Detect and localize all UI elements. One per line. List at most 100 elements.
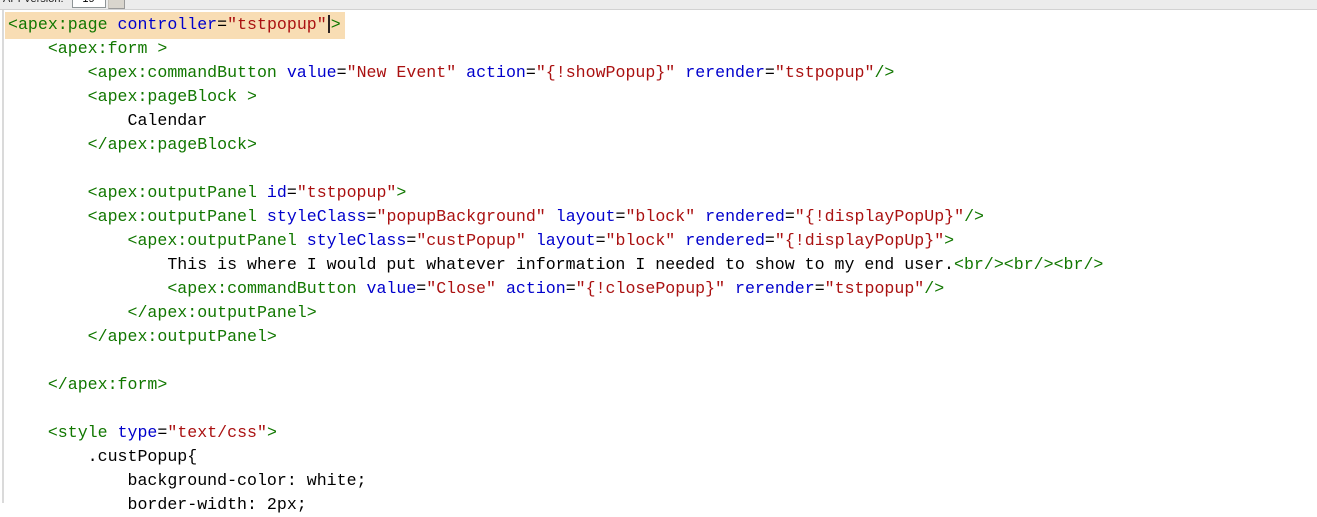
code-token: /> — [874, 63, 895, 82]
code-token: = — [814, 279, 825, 298]
code-token: "tstpopup" — [227, 15, 327, 34]
code-area[interactable]: <apex:page controller="tstpopup" > <apex:… — [5, 10, 1317, 514]
code-token: > — [266, 423, 277, 442]
code-token: border-width: 2px; — [8, 495, 307, 514]
code-token: > — [944, 231, 955, 250]
code-line[interactable]: <apex:page controller="tstpopup" > — [5, 12, 1317, 39]
code-line[interactable]: border-width: 2px; — [8, 493, 1317, 517]
code-token: rendered — [705, 207, 785, 226]
code-token: "block" — [605, 231, 676, 250]
code-token: "{!displayPopUp}" — [774, 231, 945, 250]
code-token: layout — [555, 207, 616, 226]
api-version-label: API Version: — [3, 0, 64, 5]
code-token: = — [615, 207, 626, 226]
code-token: id — [266, 183, 287, 202]
code-token: Calendar — [8, 111, 208, 130]
code-token: styleClass — [266, 207, 367, 226]
code-line[interactable]: .custPopup{ — [8, 445, 1317, 469]
code-token: = — [157, 423, 168, 442]
code-token: controller — [117, 15, 218, 34]
code-token: background-color: white; — [8, 471, 367, 490]
code-token: This is where I would put whatever infor… — [8, 255, 954, 274]
code-token: "text/css" — [167, 423, 267, 442]
code-token: <apex:form > — [47, 39, 168, 58]
code-line[interactable]: background-color: white; — [8, 469, 1317, 493]
api-version-dropdown-button[interactable]: ▾ — [107, 0, 125, 9]
code-line[interactable]: <apex:outputPanel id="tstpopup"> — [8, 181, 1317, 205]
code-token: rerender — [735, 279, 815, 298]
code-token: layout — [535, 231, 596, 250]
code-token: .custPopup{ — [8, 447, 198, 466]
code-token: "tstpopup" — [296, 183, 397, 202]
code-line[interactable]: <apex:pageBlock > — [8, 85, 1317, 109]
code-line[interactable]: <apex:outputPanel styleClass="custPopup"… — [8, 229, 1317, 253]
code-line[interactable]: </apex:outputPanel> — [8, 325, 1317, 349]
code-token: type — [117, 423, 158, 442]
code-token: </apex:outputPanel> — [87, 327, 277, 346]
code-line[interactable]: <apex:outputPanel styleClass="popupBackg… — [8, 205, 1317, 229]
code-token: "custPopup" — [416, 231, 526, 250]
code-token: </apex:pageBlock> — [87, 135, 257, 154]
code-token: <apex:page — [8, 15, 118, 34]
code-line[interactable]: <apex:commandButton value="New Event" ac… — [8, 61, 1317, 85]
code-token: "tstpopup" — [824, 279, 925, 298]
code-token: = — [336, 63, 347, 82]
code-line[interactable]: </apex:form> — [8, 373, 1317, 397]
code-token: <apex:commandButton — [87, 63, 287, 82]
code-token: <apex:outputPanel — [87, 183, 267, 202]
code-line[interactable] — [8, 397, 1317, 421]
code-token: <br/><br/><br/> — [954, 255, 1104, 274]
code-token: action — [505, 279, 566, 298]
code-line[interactable] — [8, 157, 1317, 181]
code-token: = — [764, 63, 775, 82]
code-token: = — [764, 231, 775, 250]
code-token: <apex:pageBlock > — [87, 87, 257, 106]
api-version-controls: API Version: 19 ▾ — [3, 0, 125, 9]
api-version-select[interactable]: 19 — [71, 0, 106, 8]
code-token: </apex:outputPanel> — [127, 303, 317, 322]
text-caret — [327, 14, 330, 33]
code-token: = — [286, 183, 297, 202]
code-token: = — [217, 15, 228, 34]
code-token: = — [366, 207, 377, 226]
code-token: value — [286, 63, 337, 82]
code-line[interactable]: <apex:commandButton value="Close" action… — [8, 277, 1317, 301]
code-line[interactable]: <style type="text/css"> — [8, 421, 1317, 445]
code-token: /> — [924, 279, 945, 298]
code-token: "tstpopup" — [774, 63, 875, 82]
code-token: "New Event" — [346, 63, 457, 82]
editor-left-border — [2, 10, 4, 503]
code-token: <style — [47, 423, 118, 442]
code-token: value — [366, 279, 417, 298]
code-line[interactable]: </apex:pageBlock> — [8, 133, 1317, 157]
api-version-toolbar: API Version: 19 ▾ — [0, 0, 1317, 10]
code-token: <apex:commandButton — [167, 279, 367, 298]
code-line[interactable]: </apex:outputPanel> — [8, 301, 1317, 325]
code-token: rendered — [685, 231, 765, 250]
code-token: "{!closePopup}" — [575, 279, 726, 298]
highlighted-line: <apex:page controller="tstpopup" > — [5, 12, 345, 39]
code-line[interactable] — [8, 349, 1317, 373]
code-token: = — [525, 63, 536, 82]
code-line[interactable]: <apex:form > — [8, 37, 1317, 61]
code-token: styleClass — [306, 231, 407, 250]
code-line[interactable]: Calendar — [8, 109, 1317, 133]
code-token: "block" — [625, 207, 696, 226]
code-token: <apex:outputPanel — [87, 207, 267, 226]
code-line[interactable]: This is where I would put whatever infor… — [8, 253, 1317, 277]
code-token: rerender — [685, 63, 765, 82]
